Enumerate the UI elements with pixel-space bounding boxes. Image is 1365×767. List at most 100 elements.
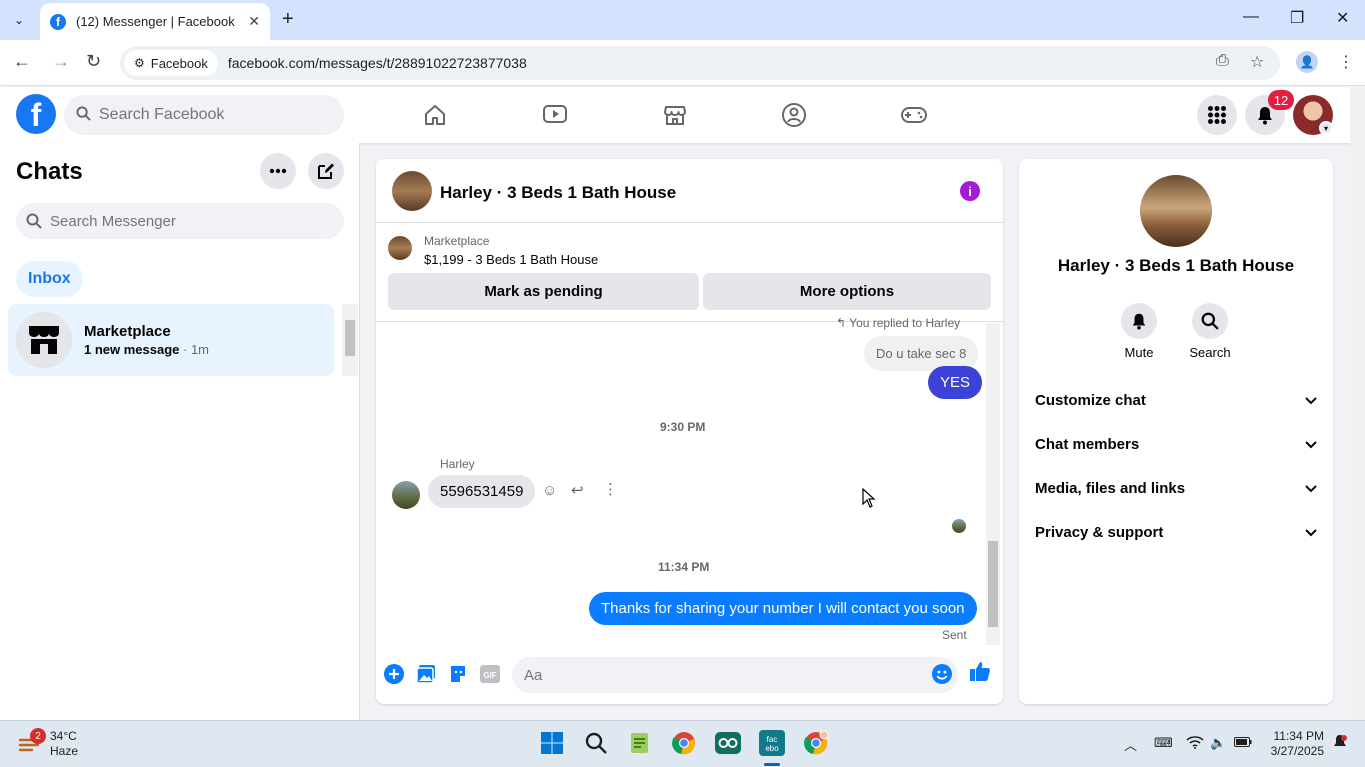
more-options-button[interactable]: More options <box>703 273 991 310</box>
inbox-tab[interactable]: Inbox <box>16 261 83 297</box>
new-tab-button[interactable]: + <box>282 8 294 31</box>
video-nav-icon[interactable] <box>540 101 570 129</box>
customize-chat-section[interactable]: Customize chat <box>1035 386 1317 414</box>
reply-note: ↰ You replied to Harley <box>836 316 961 330</box>
omnibox[interactable]: ⚙ Facebook facebook.com/messages/t/28891… <box>120 46 1280 80</box>
listing-thumbnail[interactable] <box>388 236 412 260</box>
gaming-nav-icon[interactable] <box>899 101 929 129</box>
emoji-icon[interactable] <box>932 664 952 687</box>
sender-name: Harley <box>440 457 475 471</box>
chevron-down-icon <box>1305 392 1317 409</box>
chat-avatar-large[interactable] <box>1140 175 1212 247</box>
received-message[interactable]: 5596531459 <box>428 475 536 508</box>
message-input-box[interactable] <box>512 657 958 693</box>
like-icon[interactable] <box>969 660 991 682</box>
facebook-app-icon[interactable]: fac ebo <box>758 729 786 757</box>
install-app-icon[interactable]: ⎙ <box>1216 52 1229 70</box>
photo-icon[interactable] <box>415 663 437 685</box>
reply-icon[interactable]: ↩ <box>571 481 584 499</box>
site-info-chip[interactable]: ⚙ Facebook <box>124 50 218 76</box>
scrollbar-thumb[interactable] <box>988 541 998 627</box>
url-text[interactable]: facebook.com/messages/t/2889102272387703… <box>228 55 527 71</box>
close-window-button[interactable]: ✕ <box>1336 8 1349 28</box>
facebook-favicon-icon: f <box>50 13 66 30</box>
react-icon[interactable]: ☺ <box>542 482 557 499</box>
messenger-search-input[interactable] <box>50 212 330 230</box>
browser-menu-icon[interactable]: ⋮ <box>1338 52 1354 72</box>
chat-members-section[interactable]: Chat members <box>1035 430 1317 458</box>
conversation-header: Harley · 3 Beds 1 Bath House i <box>376 159 1003 223</box>
gif-icon[interactable]: GIF <box>479 663 501 685</box>
more-dots-icon <box>269 168 287 174</box>
groups-nav-icon[interactable] <box>779 101 809 129</box>
message-input[interactable] <box>524 666 904 684</box>
chrome-icon[interactable] <box>670 729 698 757</box>
sticker-icon[interactable] <box>447 663 469 685</box>
chat-preview: 1 new message · 1m <box>84 342 209 357</box>
page-scrollbar[interactable] <box>1350 87 1365 720</box>
conversation-title[interactable]: Harley · 3 Beds 1 Bath House <box>440 183 676 203</box>
volume-icon[interactable]: 🔈 <box>1210 735 1226 751</box>
chat-info-name: Harley · 3 Beds 1 Bath House <box>1057 256 1295 275</box>
chevron-down-icon[interactable]: ▾ <box>1319 121 1333 135</box>
browser-profile-icon[interactable]: 👤 <box>1296 51 1318 73</box>
sender-avatar[interactable] <box>392 481 420 509</box>
wifi-icon[interactable] <box>1186 735 1204 752</box>
info-icon[interactable]: i <box>960 181 980 201</box>
address-bar-row: ← → ↻ ⚙ Facebook facebook.com/messages/t… <box>0 40 1365 86</box>
notification-center-icon[interactable] <box>1332 734 1348 753</box>
search-conversation-button[interactable]: Search <box>1180 303 1240 360</box>
search-icon[interactable] <box>582 729 610 757</box>
message-list: ↰ You replied to Harley Do u take sec 8 … <box>376 316 1003 645</box>
chevron-up-icon[interactable]: ︿ <box>1124 735 1137 754</box>
notepad-icon[interactable] <box>626 729 654 757</box>
facebook-search-input[interactable] <box>99 106 319 124</box>
chrome-profile-icon[interactable] <box>802 729 830 757</box>
facebook-search[interactable] <box>64 95 344 135</box>
privacy-support-section[interactable]: Privacy & support <box>1035 518 1317 546</box>
chat-list-scrollbar[interactable] <box>342 304 358 376</box>
menu-grid-button[interactable] <box>1197 95 1237 135</box>
conversation-scrollbar[interactable] <box>986 323 1000 645</box>
reload-button[interactable]: ↻ <box>86 51 101 72</box>
mark-as-pending-button[interactable]: Mark as pending <box>388 273 699 310</box>
listing-title[interactable]: $1,199 - 3 Beds 1 Bath House <box>424 252 598 267</box>
haze-icon: 2 <box>18 728 46 756</box>
home-nav-icon[interactable] <box>420 101 450 129</box>
maximize-button[interactable]: ❐ <box>1290 8 1304 28</box>
seen-avatar <box>952 519 966 533</box>
weather-widget[interactable]: 2 34°C Haze <box>18 728 78 759</box>
app-icon[interactable] <box>714 729 742 757</box>
bookmark-star-icon[interactable]: ☆ <box>1250 52 1264 72</box>
battery-icon[interactable] <box>1234 735 1252 750</box>
search-icon <box>26 213 42 229</box>
facebook-logo[interactable]: f <box>16 94 56 134</box>
tab-search-button[interactable]: ⌄ <box>6 7 32 33</box>
plus-icon[interactable] <box>383 663 405 685</box>
chats-title: Chats <box>16 158 83 185</box>
my-reply-bubble[interactable]: YES <box>928 366 983 399</box>
system-clock[interactable]: 11:34 PM 3/27/2025 <box>1262 729 1324 759</box>
conversation-avatar[interactable] <box>392 171 432 211</box>
close-tab-icon[interactable]: ✕ <box>248 13 260 30</box>
back-button[interactable]: ← <box>13 51 31 72</box>
chat-list-item[interactable]: Marketplace 1 new message · 1m <box>8 304 334 376</box>
new-message-button[interactable] <box>308 153 344 189</box>
messenger-search[interactable] <box>16 203 344 239</box>
clock-date: 3/27/2025 <box>1270 744 1324 758</box>
marketplace-nav-icon[interactable] <box>660 101 690 129</box>
search-icon <box>1192 303 1228 339</box>
mute-button[interactable]: Mute <box>1109 303 1169 360</box>
media-files-links-section[interactable]: Media, files and links <box>1035 474 1317 502</box>
sent-message[interactable]: Thanks for sharing your number I will co… <box>589 592 977 625</box>
windows-start-icon[interactable] <box>538 729 566 757</box>
minimize-button[interactable]: — <box>1243 8 1259 26</box>
more-icon[interactable]: ⋮ <box>603 480 618 498</box>
tune-icon: ⚙ <box>134 56 145 70</box>
chats-options-button[interactable] <box>260 153 296 189</box>
browser-tab[interactable]: f (12) Messenger | Facebook ✕ <box>40 3 270 40</box>
keyboard-icon[interactable]: ⌨ <box>1154 735 1173 751</box>
scrollbar-thumb[interactable] <box>345 320 355 356</box>
forward-button[interactable]: → <box>52 51 70 72</box>
facebook-header: f <box>0 87 1350 143</box>
